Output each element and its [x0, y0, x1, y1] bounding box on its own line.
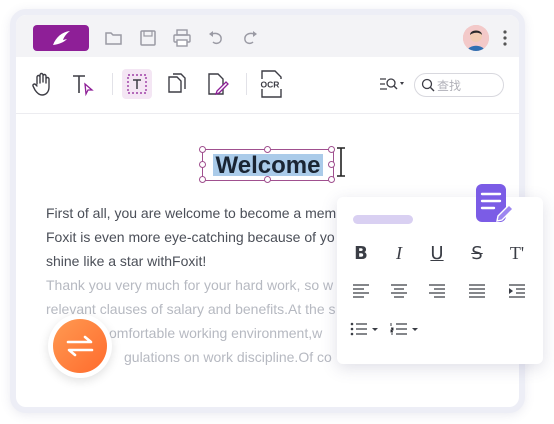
divider — [112, 73, 113, 95]
find-options-dropdown[interactable] — [376, 69, 410, 99]
paragraph-line: gulations on work discipline.Of co — [124, 349, 332, 365]
align-left-icon[interactable] — [349, 279, 373, 303]
align-center-icon[interactable] — [387, 279, 411, 303]
more-options-icon[interactable] — [503, 29, 507, 47]
underline-button[interactable]: U — [425, 241, 449, 265]
paragraph-line: First of all, you are welcome to become … — [46, 205, 337, 221]
open-folder-icon[interactable] — [104, 28, 124, 48]
ocr-label: OCR — [261, 80, 280, 90]
resize-handle[interactable] — [264, 176, 271, 183]
resize-handle[interactable] — [328, 176, 335, 183]
resize-handle[interactable] — [199, 176, 206, 183]
indent-icon[interactable] — [505, 279, 529, 303]
bulleted-list-icon[interactable] — [349, 317, 383, 341]
paragraph-line: Foxit is even more eye-catching because … — [46, 229, 335, 245]
italic-button[interactable]: I — [387, 241, 411, 265]
resize-handle[interactable] — [328, 146, 335, 153]
logo-icon[interactable] — [33, 25, 89, 51]
swap-icon — [53, 319, 107, 373]
edit-page-icon[interactable] — [202, 69, 232, 99]
justify-icon[interactable] — [465, 279, 489, 303]
paragraph-line: Thank you very much for your hard work, … — [46, 277, 334, 293]
save-icon[interactable] — [138, 28, 158, 48]
print-icon[interactable] — [172, 28, 192, 48]
search-icon — [421, 78, 435, 92]
select-text-tool-icon[interactable] — [68, 69, 98, 99]
redo-icon[interactable] — [240, 28, 260, 48]
strikethrough-button[interactable]: S — [465, 241, 489, 265]
search-input[interactable]: 查找 — [414, 73, 504, 97]
popup-header-bar — [353, 215, 413, 224]
search-placeholder: 查找 — [437, 79, 462, 93]
title-bar — [16, 15, 519, 57]
convert-button[interactable] — [48, 314, 112, 378]
resize-handle[interactable] — [199, 161, 206, 168]
resize-handle[interactable] — [199, 146, 206, 153]
resize-handle[interactable] — [264, 146, 271, 153]
align-right-icon[interactable] — [425, 279, 449, 303]
organize-pages-icon[interactable] — [162, 69, 192, 99]
paragraph-line: shine like a star withFoxit! — [46, 253, 207, 269]
paragraph-line: comfortable working environment,w — [102, 325, 323, 341]
undo-icon[interactable] — [206, 28, 226, 48]
resize-handle[interactable] — [328, 161, 335, 168]
bold-button[interactable]: B — [349, 241, 373, 265]
avatar[interactable] — [463, 25, 489, 51]
edit-note-icon[interactable] — [474, 182, 514, 226]
text-selection-box[interactable]: Welcome — [199, 146, 335, 183]
superscript-button[interactable]: T' — [505, 241, 529, 265]
numbered-list-icon[interactable] — [389, 317, 423, 341]
divider — [246, 73, 247, 95]
ocr-tool-icon[interactable]: OCR — [256, 69, 286, 99]
edit-text-tool-icon[interactable] — [122, 69, 152, 99]
text-cursor-icon — [337, 147, 345, 177]
hand-tool-icon[interactable] — [28, 69, 58, 99]
